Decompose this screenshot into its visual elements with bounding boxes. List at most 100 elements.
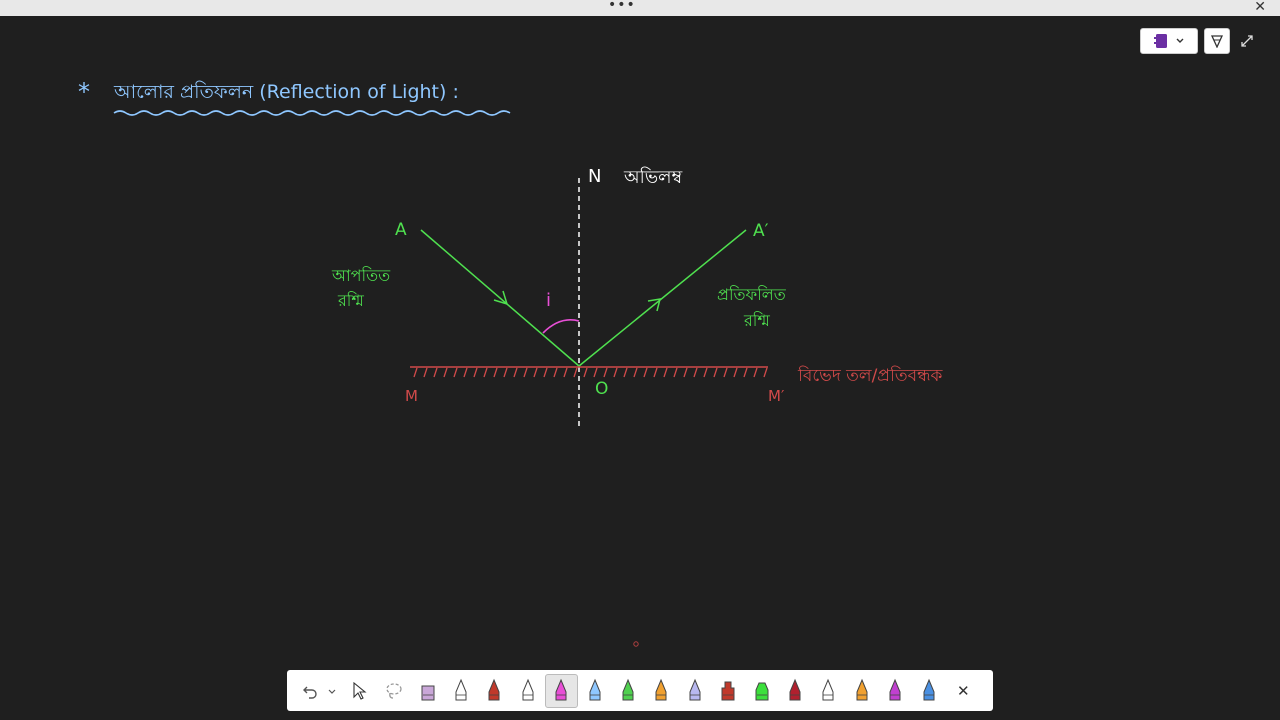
toolbar-close-button[interactable]: ✕ [945,674,981,708]
window-menu-button[interactable]: ••• [608,0,636,13]
chevron-down-icon [328,689,336,694]
hatch-mark [463,367,468,378]
heading-wavy-underline [113,110,511,116]
point-m-label: M [405,387,418,405]
hatch-mark [743,367,748,378]
point-a-label: A [395,220,407,240]
hatch-mark [493,367,498,378]
pen-white[interactable] [511,674,544,708]
hatch-mark [473,367,478,378]
pen-white-2-icon [822,678,834,700]
hatch-mark [543,367,548,378]
undo-icon [303,686,317,699]
ruler-tool[interactable] [712,674,745,708]
hatch-mark [633,367,638,378]
undo-dropdown[interactable] [323,674,341,708]
hatch-mark [413,367,418,378]
hatch-mark [533,367,538,378]
incident-ray-label-line2: রশ্মি [337,291,364,310]
hatch-mark [563,367,568,378]
normal-letter: N [588,166,601,187]
point-m-prime-label: M′ [768,387,785,405]
pen-darkred-icon [789,678,801,700]
angle-label: i [546,290,551,311]
lasso-icon [386,682,402,699]
point-a-prime-label: A′ [753,221,769,241]
hatch-mark [643,367,648,378]
surface-label: বিভেদ তল/প্রতিবন্ধক [797,365,944,386]
lasso-tool[interactable] [377,674,411,708]
hatch-mark [663,367,668,378]
hatch-mark [713,367,718,378]
pen-white-icon [522,678,534,700]
angle-arc [542,319,580,334]
highlighter-green-icon [755,682,769,700]
incident-ray-label-line1: আপতিত [331,266,391,285]
pen-white-2[interactable] [812,674,845,708]
pen-red-icon [488,678,500,700]
pen-pink-icon [555,678,567,700]
pen-red[interactable] [478,674,511,708]
hatch-mark [693,367,698,378]
hatch-mark [603,367,608,378]
close-icon: ✕ [956,681,970,700]
window-close-button[interactable]: ✕ [1254,0,1266,15]
normal-label: অভিলম্ব [623,167,683,188]
undo-button[interactable] [297,674,323,708]
pen-darkred[interactable] [778,674,811,708]
hatch-mark [653,367,658,378]
pen-orange-2-icon [856,678,868,700]
select-tool[interactable] [341,674,377,708]
reflected-ray-label-line1: প্রতিফলিত [717,285,787,304]
hatch-mark [583,367,588,378]
select-cursor-icon [353,681,367,700]
hatch-mark [523,367,528,378]
window-title-bar: ••• ✕ [0,0,1280,16]
pen-purple[interactable] [878,674,911,708]
hatch-mark [673,367,678,378]
pen-green-icon [622,678,634,700]
pen-lightblue[interactable] [578,674,611,708]
pen-cursor [633,641,639,647]
hatch-mark [593,367,598,378]
hatch-mark [423,367,428,378]
hatch-mark [733,367,738,378]
pen-blue-icon [923,678,935,700]
eraser-tool[interactable] [411,674,444,708]
hatch-mark [483,367,488,378]
hatch-mark [453,367,458,378]
pen-lightblue-icon [589,678,601,700]
hatch-mark [553,367,558,378]
pen-tray [411,673,945,708]
pen-purple-icon [889,678,901,700]
note-heading: আলোর প্রতিফলন (Reflection of Light) : [113,81,459,103]
hatch-mark [763,367,768,378]
pen-orange-2[interactable] [845,674,878,708]
hatch-mark [613,367,618,378]
pen-green[interactable] [611,674,644,708]
drawing-toolbar: ✕ [287,670,993,711]
pen-orange[interactable] [645,674,678,708]
pen-pink[interactable] [544,673,578,708]
ink-canvas[interactable]: * আলোর প্রতিফলন (Reflection of Light) : … [0,16,1280,670]
pen-lavender[interactable] [678,674,711,708]
hatch-mark [443,367,448,378]
pencil-tool[interactable] [444,674,477,708]
hatch-mark [753,367,758,378]
pen-blue[interactable] [912,674,945,708]
hatch-mark [503,367,508,378]
hatch-mark [433,367,438,378]
hatch-mark [683,367,688,378]
surface-hatching [413,367,768,378]
hatch-mark [623,367,628,378]
point-o-label: O [595,379,608,399]
heading-bullet: * [78,78,90,106]
highlighter-green[interactable] [745,674,778,708]
pencil-tool-icon [455,678,467,700]
pen-lavender-icon [689,678,701,700]
hatch-mark [703,367,708,378]
incident-ray [420,229,580,367]
hatch-mark [573,367,578,378]
reflected-ray-label-line2: রশ্মি [743,311,770,330]
pen-orange-icon [655,678,667,700]
